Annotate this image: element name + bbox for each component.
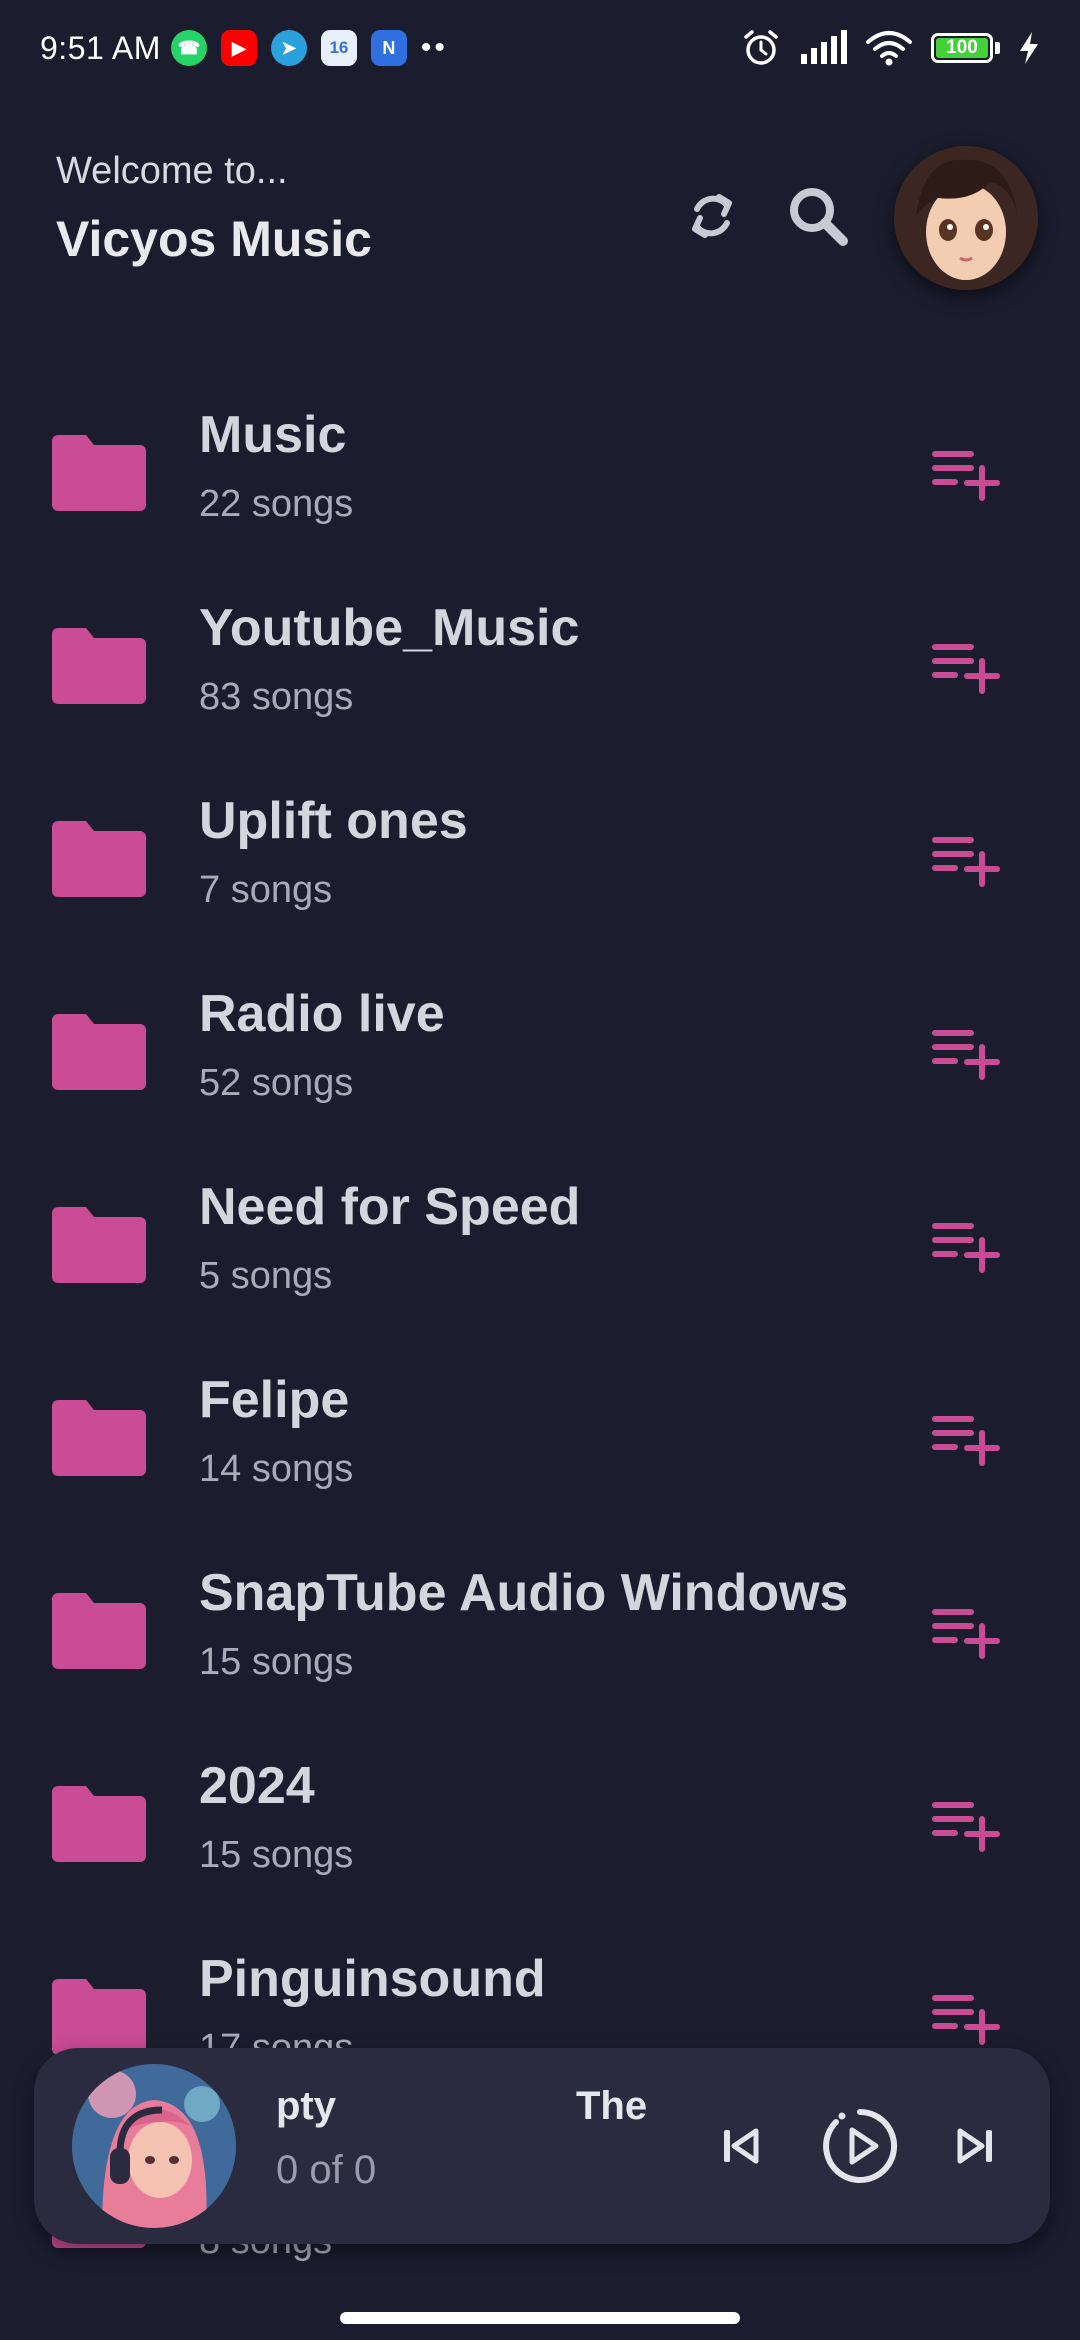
folder-icon: [52, 1786, 146, 1862]
folder-song-count: 52 songs: [199, 1062, 354, 1104]
telegram-icon: ➤: [270, 30, 307, 66]
refresh-button[interactable]: [672, 176, 752, 256]
track-position: 0 of 0: [276, 2148, 377, 2192]
battery-tip: [995, 42, 1000, 54]
home-gesture-bar[interactable]: [340, 2312, 740, 2324]
folder-icon: [52, 628, 146, 704]
folder-icon: [52, 1593, 146, 1669]
search-icon: [790, 188, 848, 246]
folder-icon: [52, 1979, 146, 2055]
now-playing-info[interactable]: pty The 0 of 0: [276, 2084, 686, 2214]
battery-icon: 100: [931, 33, 993, 63]
folder-list: Music 22 songs Youtube_Music 83 songs Up…: [0, 385, 1080, 2315]
welcome-text: Welcome to...: [56, 150, 288, 192]
play-button[interactable]: [806, 2092, 914, 2200]
system-icons: 100: [741, 28, 1040, 68]
add-to-playlist-button[interactable]: [928, 1016, 1004, 1092]
avatar-illustration: [894, 146, 1038, 290]
folder-name: Pinguinsound: [199, 1950, 546, 2008]
folder-name: Uplift ones: [199, 792, 468, 850]
playlist-add-icon: [932, 1802, 1000, 1852]
playlist-add-icon: [932, 1030, 1000, 1080]
folder-song-count: 83 songs: [199, 676, 354, 718]
notification-icons: ☎ ▶ ➤ 16 N: [170, 30, 407, 66]
folder-item[interactable]: Need for Speed 5 songs: [0, 1157, 1080, 1350]
calendar-icon: 16: [320, 30, 357, 66]
folder-item[interactable]: Music 22 songs: [0, 385, 1080, 578]
whatsapp-icon: ☎: [170, 30, 207, 66]
refresh-icon: [692, 194, 732, 238]
playlist-add-icon: [932, 1223, 1000, 1273]
alarm-icon: [744, 30, 778, 65]
next-button[interactable]: [934, 2104, 1018, 2188]
playlist-add-icon: [932, 1416, 1000, 1466]
folder-name: SnapTube Audio Windows: [199, 1564, 849, 1622]
folder-name: Felipe: [199, 1371, 350, 1429]
playlist-add-icon: [932, 644, 1000, 694]
profile-avatar[interactable]: [894, 146, 1038, 290]
add-to-playlist-button[interactable]: [928, 1209, 1004, 1285]
add-to-playlist-button[interactable]: [928, 630, 1004, 706]
more-notifications-indicator: ••: [420, 31, 448, 64]
folder-item[interactable]: 2024 15 songs: [0, 1736, 1080, 1929]
folder-name: 2024: [199, 1757, 315, 1815]
playlist-add-icon: [932, 451, 1000, 501]
add-to-playlist-button[interactable]: [928, 1981, 1004, 2057]
add-to-playlist-button[interactable]: [928, 437, 1004, 513]
folder-song-count: 5 songs: [199, 1255, 333, 1297]
battery-level: 100: [946, 37, 978, 58]
playlist-add-icon: [932, 1609, 1000, 1659]
wifi-icon: [866, 31, 912, 66]
add-to-playlist-button[interactable]: [928, 1788, 1004, 1864]
folder-icon: [52, 1014, 146, 1090]
status-bar: 9:51 AM ☎ ▶ ➤ 16 N •• 100: [0, 0, 1080, 96]
add-to-playlist-button[interactable]: [928, 1595, 1004, 1671]
charging-icon: [1020, 32, 1038, 64]
track-title: pty: [276, 2084, 336, 2128]
folder-item[interactable]: Radio live 52 songs: [0, 964, 1080, 1157]
folder-item[interactable]: Uplift ones 7 songs: [0, 771, 1080, 964]
folder-icon: [52, 1207, 146, 1283]
folder-item[interactable]: SnapTube Audio Windows 15 songs: [0, 1543, 1080, 1736]
track-artist: The: [576, 2084, 648, 2128]
folder-item[interactable]: Felipe 14 songs: [0, 1350, 1080, 1543]
folder-name: Need for Speed: [199, 1178, 581, 1236]
play-icon: [823, 2109, 898, 2183]
add-to-playlist-button[interactable]: [928, 823, 1004, 899]
folder-song-count: 15 songs: [199, 1641, 354, 1683]
album-art[interactable]: [72, 2064, 236, 2228]
signal-icon: [801, 30, 847, 64]
folder-item[interactable]: Youtube_Music 83 songs: [0, 578, 1080, 771]
playlist-add-icon: [932, 837, 1000, 887]
folder-name: Music: [199, 406, 347, 464]
youtube-icon: ▶: [220, 30, 257, 66]
folder-icon: [52, 435, 146, 511]
folder-song-count: 7 songs: [199, 869, 333, 911]
folder-song-count: 22 songs: [199, 483, 354, 525]
folder-icon: [52, 821, 146, 897]
folder-song-count: 14 songs: [199, 1448, 354, 1490]
skip-previous-icon: [724, 2128, 759, 2164]
mini-player[interactable]: pty The 0 of 0: [34, 2048, 1050, 2244]
notes-icon: N: [370, 30, 407, 66]
status-time: 9:51 AM: [40, 29, 161, 66]
playlist-add-icon: [932, 1995, 1000, 2045]
album-art-illustration: [72, 2064, 236, 2228]
folder-name: Youtube_Music: [199, 599, 580, 657]
folder-song-count: 15 songs: [199, 1834, 354, 1876]
folder-icon: [52, 1400, 146, 1476]
skip-next-icon: [957, 2128, 992, 2164]
folder-name: Radio live: [199, 985, 445, 1043]
previous-button[interactable]: [698, 2104, 782, 2188]
search-button[interactable]: [778, 176, 858, 256]
app-title: Vicyos Music: [56, 211, 372, 267]
app-screen: 9:51 AM ☎ ▶ ➤ 16 N •• 100 Welcome to... …: [0, 0, 1080, 2340]
add-to-playlist-button[interactable]: [928, 1402, 1004, 1478]
